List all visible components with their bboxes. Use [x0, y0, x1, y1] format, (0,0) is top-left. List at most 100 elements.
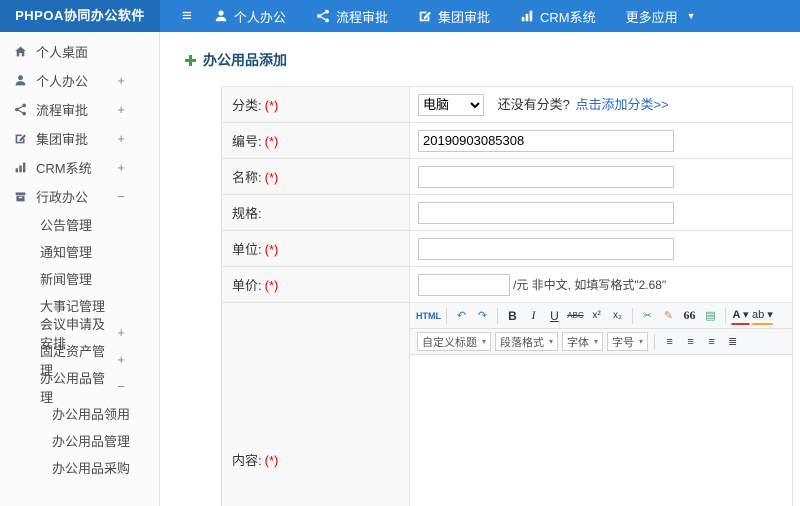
nav-label: 更多应用: [625, 9, 678, 25]
sidebar-item-announcement-mgmt[interactable]: 公告管理: [0, 211, 159, 238]
page-title: 办公用品添加: [185, 50, 800, 70]
spec-input[interactable]: [418, 201, 674, 224]
caret-down-icon: ▼: [686, 11, 696, 21]
rich-text-editor: HTML ↶ ↷ B I U ABC x² x₂ ✂ ✎ 66 ▤ A ▾ ab…: [410, 303, 792, 506]
underline-button[interactable]: U: [545, 306, 564, 325]
sidebar-item-label: 办公用品管理: [52, 434, 131, 449]
strikethrough-button[interactable]: ABC: [566, 306, 585, 325]
sidebar: 个人桌面 个人办公 + 流程审批 + 集团审批 + CRM系统 + 行政办公 −…: [0, 32, 160, 506]
nav-more-apps[interactable]: 更多应用 ▼: [626, 7, 696, 26]
blockquote-button[interactable]: 66: [680, 306, 699, 325]
custom-heading-select[interactable]: 自定义标题 ▾: [417, 332, 492, 351]
form-row-spec: 规格:: [221, 194, 793, 231]
sidebar-item-supplies-manage[interactable]: 办公用品管理: [0, 427, 159, 454]
nav-personal-office[interactable]: 个人办公: [214, 7, 286, 26]
sidebar-item-label: 个人桌面: [36, 45, 89, 60]
editor-toolbar-row2: 自定义标题 ▾ 段落格式 ▾ 字体 ▾ 字号 ▾ ≡ ≡ ≡ ≣: [410, 329, 792, 355]
font-size-select[interactable]: 字号 ▾: [607, 332, 649, 351]
italic-button[interactable]: I: [524, 306, 543, 325]
redo-button[interactable]: ↷: [473, 306, 492, 325]
collapse-toggle[interactable]: −: [117, 379, 125, 394]
caret-down-icon: ▾: [482, 337, 487, 346]
superscript-button[interactable]: x²: [587, 306, 606, 325]
sidebar-item-crm-system[interactable]: CRM系统 +: [0, 153, 159, 182]
bold-button[interactable]: B: [503, 306, 522, 325]
required-mark: (*): [264, 242, 279, 257]
cut-button[interactable]: ✂: [638, 306, 657, 325]
field-label: 内容:: [232, 452, 262, 468]
form-row-category: 分类: (*) 电脑 还没有分类? 点击添加分类>>: [221, 86, 793, 123]
expand-toggle[interactable]: +: [117, 352, 125, 367]
sidebar-item-news-mgmt[interactable]: 新闻管理: [0, 265, 159, 292]
font-family-select[interactable]: 字体 ▾: [562, 332, 604, 351]
form-row-unit: 单位: (*): [221, 230, 793, 267]
sidebar-item-personal-office[interactable]: 个人办公 +: [0, 66, 159, 95]
justify-button[interactable]: ≣: [723, 332, 742, 351]
sidebar-item-personal-desktop[interactable]: 个人桌面: [0, 37, 159, 66]
insert-image-button[interactable]: ▤: [701, 306, 720, 325]
nav-group-approval[interactable]: 集团审批: [418, 7, 490, 26]
font-color-button[interactable]: A ▾: [731, 306, 750, 325]
sidebar-item-admin-office[interactable]: 行政办公 −: [0, 182, 159, 211]
form-row-content: 内容: (*) HTML ↶ ↷ B I U ABC x² x₂ ✂ ✎ 66 …: [221, 302, 793, 506]
undo-button[interactable]: ↶: [452, 306, 471, 325]
nav-workflow-approval[interactable]: 流程审批: [316, 7, 388, 26]
sidebar-item-label: 个人办公: [36, 74, 89, 89]
expand-toggle[interactable]: +: [117, 73, 125, 88]
home-icon: [14, 45, 27, 58]
category-select[interactable]: 电脑: [418, 93, 484, 116]
align-right-button[interactable]: ≡: [702, 332, 721, 351]
caret-down-icon: ▾: [549, 337, 554, 346]
user-icon: [14, 74, 27, 87]
add-plus-icon: [185, 54, 196, 66]
form-row-code: 编号: (*): [221, 122, 793, 159]
source-code-button[interactable]: HTML: [416, 306, 441, 325]
highlight-color-button[interactable]: ab ▾: [752, 306, 773, 325]
top-navbar: PHPOA协同办公软件 ≡ 个人办公 流程审批 集团审批 CRM系统 更多应用 …: [0, 0, 800, 32]
unit-input[interactable]: [418, 237, 674, 260]
sidebar-item-label: 公告管理: [40, 218, 93, 233]
align-left-button[interactable]: ≡: [660, 332, 679, 351]
sidebar-item-office-supplies-mgmt[interactable]: 办公用品管理 −: [0, 371, 159, 405]
expand-toggle[interactable]: +: [117, 160, 125, 175]
add-category-link[interactable]: 点击添加分类>>: [575, 97, 668, 112]
sidebar-item-label: 大事记管理: [40, 299, 106, 314]
align-center-button[interactable]: ≡: [681, 332, 700, 351]
select-value: 段落格式: [500, 336, 545, 349]
required-mark: (*): [264, 134, 279, 149]
sidebar-item-supplies-purchase[interactable]: 办公用品采购: [0, 454, 159, 481]
toolbar-separator: [446, 307, 447, 324]
paragraph-format-select[interactable]: 段落格式 ▾: [495, 332, 559, 351]
expand-toggle[interactable]: +: [117, 325, 125, 340]
field-label: 单位:: [232, 242, 262, 257]
select-value: 字体: [567, 336, 590, 349]
sidebar-item-group-approval[interactable]: 集团审批 +: [0, 124, 159, 153]
format-brush-button[interactable]: ✎: [659, 306, 678, 325]
field-label: 编号:: [232, 134, 262, 149]
toolbar-separator: [497, 307, 498, 324]
subscript-button[interactable]: x₂: [608, 306, 627, 325]
nav-label: 个人办公: [233, 9, 286, 25]
sidebar-item-supplies-requisition[interactable]: 办公用品领用: [0, 400, 159, 427]
editor-body[interactable]: [410, 355, 792, 506]
expand-toggle[interactable]: +: [117, 102, 125, 117]
edit-square-icon: [418, 9, 432, 23]
menu-toggle-icon[interactable]: ≡: [160, 6, 214, 26]
archive-box-icon: [14, 190, 27, 203]
nav-crm-system[interactable]: CRM系统: [520, 7, 596, 26]
bar-chart-icon: [520, 9, 534, 23]
flow-icon: [14, 103, 27, 116]
sidebar-item-workflow-approval[interactable]: 流程审批 +: [0, 95, 159, 124]
field-label: 规格:: [232, 206, 262, 221]
caret-down-icon: ▾: [594, 337, 599, 346]
nav-label: 流程审批: [335, 9, 388, 25]
expand-toggle[interactable]: +: [117, 131, 125, 146]
collapse-toggle[interactable]: −: [117, 189, 125, 204]
sidebar-item-notice-mgmt[interactable]: 通知管理: [0, 238, 159, 265]
caret-down-icon: ▾: [639, 337, 644, 346]
nav-label: CRM系统: [539, 9, 596, 25]
code-input[interactable]: [418, 129, 674, 152]
nav-label: 集团审批: [437, 9, 490, 25]
name-input[interactable]: [418, 165, 674, 188]
price-input[interactable]: [418, 273, 510, 296]
